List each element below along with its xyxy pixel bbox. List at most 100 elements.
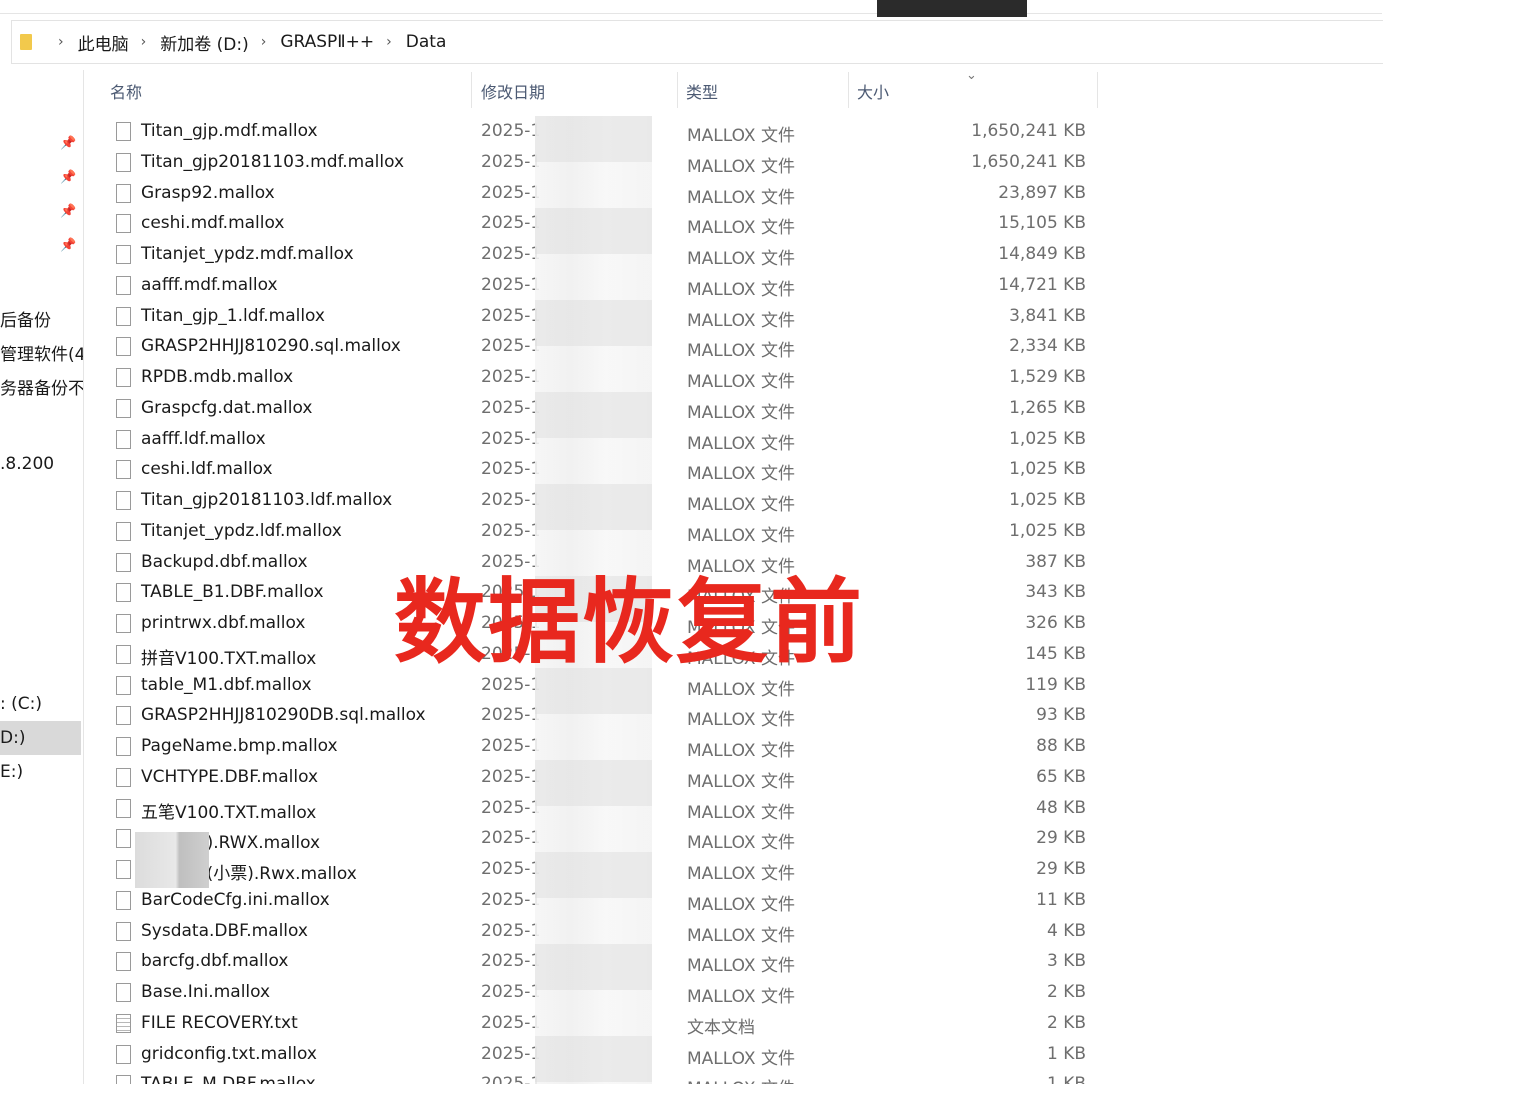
file-icon (116, 583, 131, 603)
file-type: MALLOX 文件 (687, 802, 795, 823)
file-type: MALLOX 文件 (687, 525, 795, 546)
file-name: barcfg.dbf.mallox (141, 951, 289, 972)
file-size: 1,650,241 KB (971, 151, 1086, 172)
breadcrumb-this-pc[interactable]: 此电脑 (78, 30, 129, 55)
file-size: 145 KB (1025, 643, 1086, 664)
file-size: 3,841 KB (1009, 305, 1086, 326)
file-size: 15,105 KB (998, 213, 1086, 234)
ribbon-edge (0, 0, 1382, 14)
file-size: 343 KB (1025, 582, 1086, 603)
folder-icon (20, 34, 32, 50)
breadcrumb-data[interactable]: Data (406, 32, 447, 52)
file-icon (116, 521, 131, 541)
breadcrumb-drive-d[interactable]: 新加卷 (D:) (160, 30, 249, 55)
file-type: MALLOX 文件 (687, 956, 795, 977)
file-icon (116, 1044, 131, 1064)
file-size: 1,650,241 KB (971, 121, 1086, 141)
file-size: 29 KB (1036, 828, 1086, 849)
file-icon (116, 798, 131, 818)
file-size: 326 KB (1025, 613, 1086, 633)
file-icon (116, 644, 131, 664)
file-icon (116, 706, 131, 726)
modified-date: 2025-1 (481, 889, 539, 910)
file-name: printrwx.dbf.mallox (141, 613, 306, 633)
chevron-right-icon[interactable]: › (386, 34, 392, 50)
chevron-right-icon[interactable]: › (58, 34, 64, 50)
file-icon (116, 983, 131, 1002)
file-name: Titanjet_ypdz.mdf.mallox (141, 244, 354, 264)
file-size: 1,025 KB (1009, 490, 1086, 510)
file-type: MALLOX 文件 (687, 925, 795, 946)
column-header-date[interactable]: 修改日期 (481, 70, 545, 112)
file-name: GRASP2HHJJ810290.sql.mallox (141, 336, 401, 357)
file-name: BarCodeCfg.ini.mallox (141, 889, 330, 910)
file-icon (116, 614, 131, 633)
file-name: 拼音V100.TXT.mallox (141, 648, 317, 669)
file-name: PageName.bmp.mallox (141, 736, 338, 756)
file-size: 3 KB (1046, 951, 1086, 972)
column-divider[interactable] (848, 72, 849, 108)
file-icon (116, 829, 131, 849)
file-size: 387 KB (1025, 551, 1086, 572)
breadcrumb-grasp[interactable]: GRASPⅡ++ (280, 32, 374, 52)
column-divider[interactable] (1097, 72, 1098, 108)
column-header-name[interactable]: 名称 (110, 70, 142, 112)
modified-date: 2025-1 (481, 428, 539, 449)
file-name: TABLE_B1.DBF.mallox (141, 582, 324, 603)
file-icon (116, 429, 131, 449)
file-icon (116, 890, 131, 910)
file-type: MALLOX 文件 (687, 249, 795, 269)
column-header-size[interactable]: 大小 (857, 70, 889, 112)
chevron-right-icon[interactable]: › (141, 34, 147, 50)
file-name: FILE RECOVERY.txt (141, 1012, 298, 1033)
file-size: 11 KB (1036, 889, 1086, 910)
file-name: Graspcfg.dat.mallox (141, 397, 313, 418)
file-size: 1,025 KB (1009, 520, 1086, 541)
file-size: 48 KB (1036, 797, 1086, 818)
modified-date: 2025-1 (481, 766, 539, 787)
file-size: 23,897 KB (998, 182, 1086, 203)
file-size: 14,849 KB (998, 244, 1086, 264)
file-name: ceshi.ldf.mallox (141, 459, 273, 480)
file-icon (116, 275, 131, 295)
file-name: ceshi.mdf.mallox (141, 213, 285, 234)
file-icon (116, 152, 131, 172)
file-size: 14,721 KB (998, 274, 1086, 295)
file-type: MALLOX 文件 (687, 741, 795, 761)
file-name: RPDB.mdb.mallox (141, 367, 294, 387)
modified-date: 2025-1 (481, 797, 539, 818)
file-name: Titanjet_ypdz.ldf.mallox (141, 520, 342, 541)
file-name: Titan_gjp20181103.ldf.mallox (141, 490, 393, 510)
file-size: 88 KB (1036, 736, 1086, 756)
file-name: aafff.mdf.mallox (141, 274, 278, 295)
modified-date: 2025-1 (481, 274, 539, 295)
sort-chevron-down-icon[interactable]: ⌄ (966, 68, 977, 83)
modified-date: 2025-1 (481, 182, 539, 203)
file-type: MALLOX 文件 (687, 218, 795, 239)
file-icon (116, 737, 131, 756)
modified-date: 2025-1 (481, 336, 539, 357)
file-name: table_M1.dbf.mallox (141, 674, 312, 695)
modified-date: 2025-1 (481, 705, 539, 726)
file-size: 2,334 KB (1009, 336, 1086, 357)
file-icon (116, 860, 131, 879)
file-type: MALLOX 文件 (687, 433, 795, 454)
modified-date: 2025-1 (481, 1012, 539, 1033)
file-name: aafff.ldf.mallox (141, 428, 266, 449)
chevron-right-icon[interactable]: › (261, 34, 267, 50)
column-divider[interactable] (471, 72, 472, 108)
column-header-type[interactable]: 类型 (686, 70, 718, 112)
file-size: 93 KB (1036, 705, 1086, 726)
file-icon (116, 214, 131, 234)
column-divider[interactable] (677, 72, 678, 108)
file-type: MALLOX 文件 (687, 833, 795, 854)
modified-date: 2025-1 (481, 490, 539, 510)
file-name: Base.Ini.mallox (141, 982, 271, 1002)
modified-date: 2025-1 (481, 951, 539, 972)
file-type: MALLOX 文件 (687, 372, 795, 392)
address-bar[interactable]: › 此电脑 › 新加卷 (D:) › GRASPⅡ++ › Data (11, 20, 1383, 64)
file-icon (116, 460, 131, 480)
file-icon (116, 552, 131, 572)
file-name: Titan_gjp_1.ldf.mallox (141, 305, 325, 326)
file-name: Titan_gjp20181103.mdf.mallox (141, 151, 405, 172)
